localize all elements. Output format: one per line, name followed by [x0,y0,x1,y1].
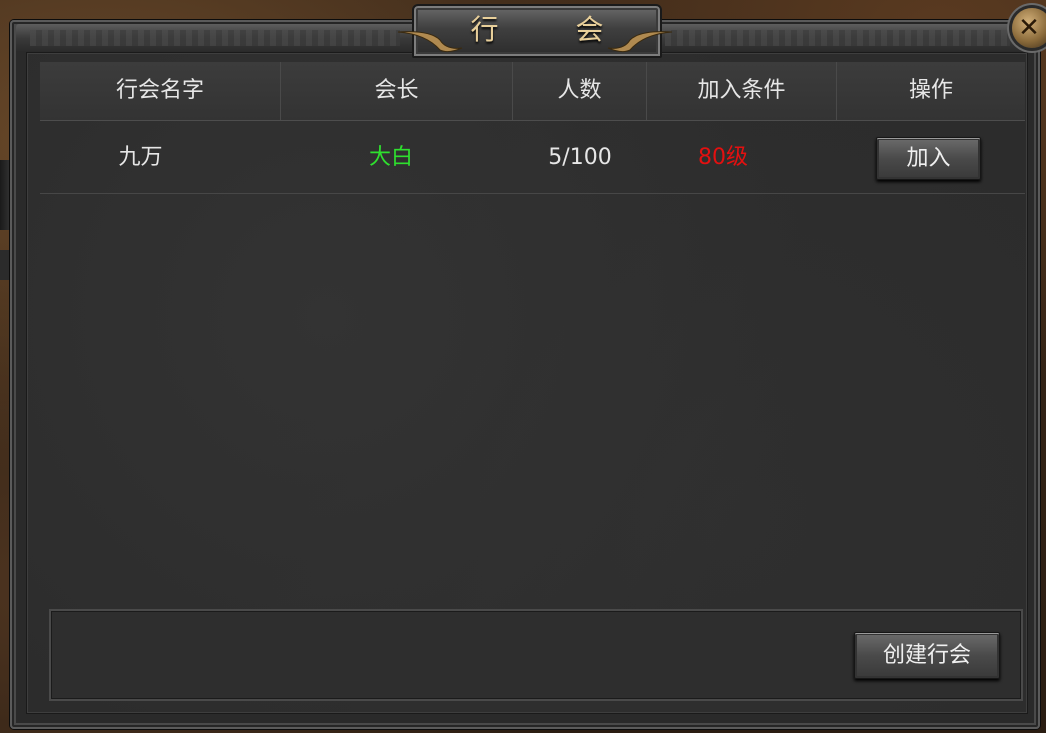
background-ui-edge [0,250,10,280]
member-count-cell: 5/100 [548,145,612,170]
close-button[interactable]: ✕ [1012,8,1046,48]
frame-ornament-left [30,30,400,46]
frame-ornament-right [665,30,1010,46]
window-title: 行 会 [470,13,638,46]
create-guild-button[interactable]: 创建行会 [854,632,1000,679]
close-icon: ✕ [1018,13,1040,43]
column-header-leader: 会长 [281,62,513,120]
column-header-members: 人数 [513,62,647,120]
column-header-requirement: 加入条件 [647,62,837,120]
guild-name-cell: 九万 [118,145,163,170]
join-guild-button[interactable]: 加入 [876,137,981,180]
column-header-action: 操作 [908,78,953,103]
leader-cell: 大白 [368,145,413,170]
column-header-guild-name: 行会名字 [40,62,281,120]
table-header: 行会名字 会长 人数 加入条件 操作 [40,62,1025,121]
join-requirement-cell: 80级 [698,145,748,170]
